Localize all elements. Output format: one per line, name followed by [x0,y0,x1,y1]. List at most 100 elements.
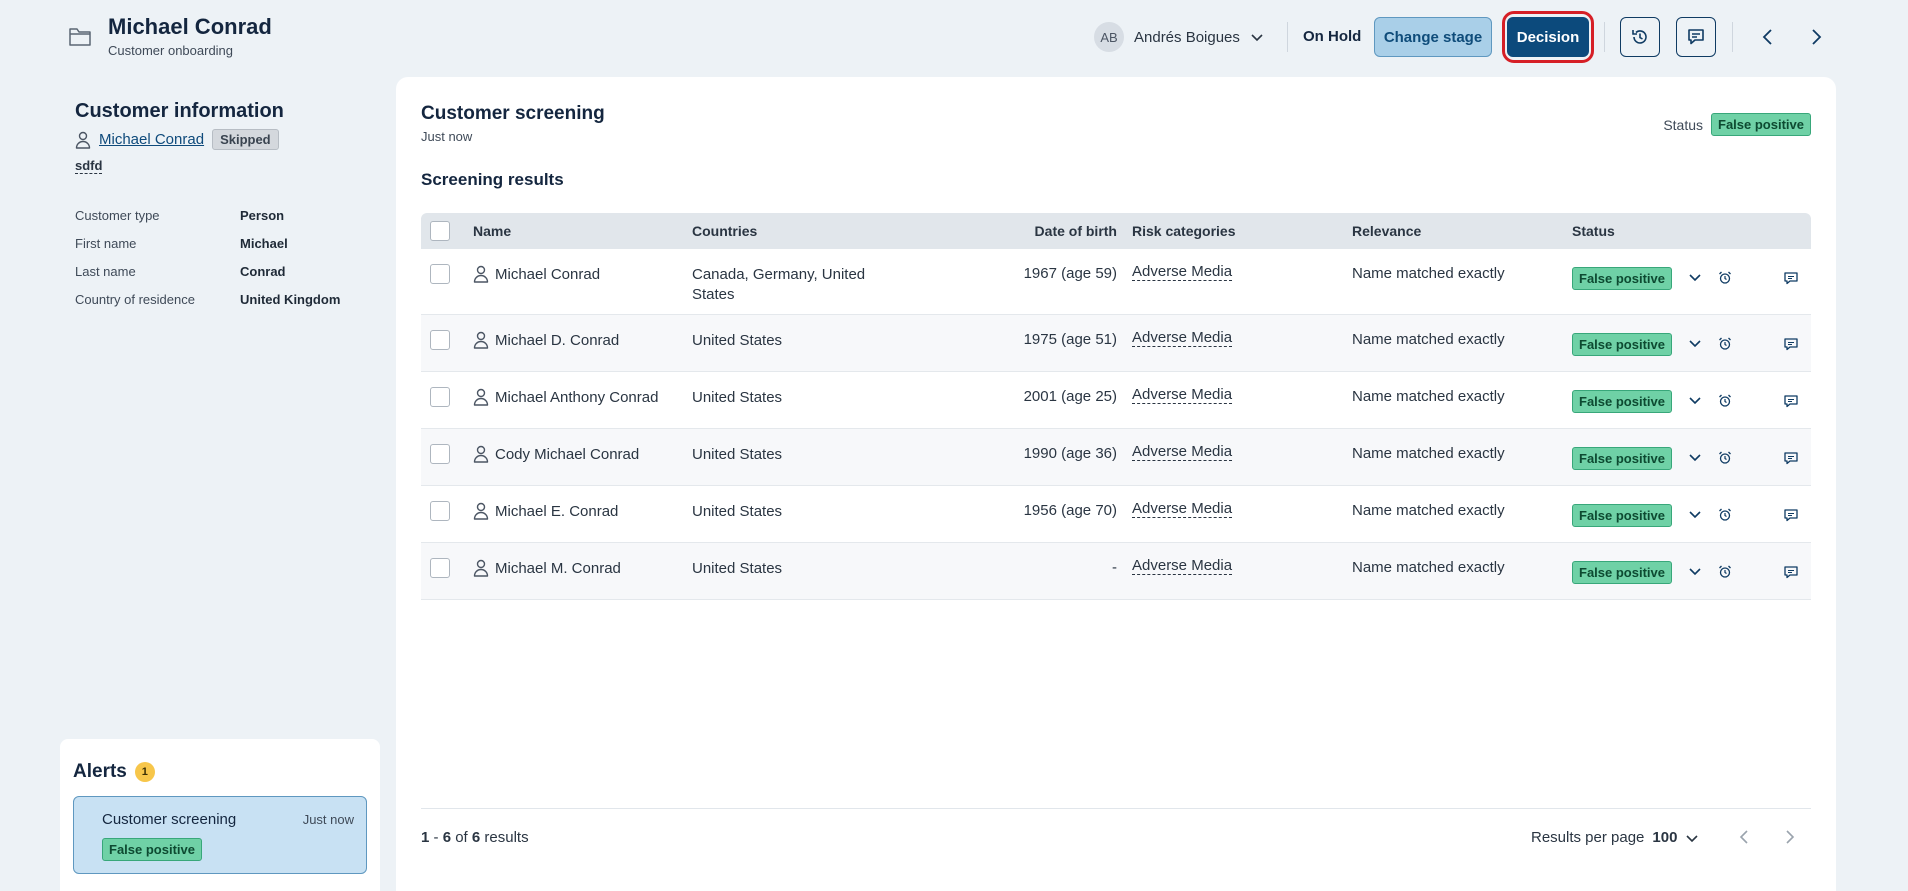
table-row[interactable]: Michael Conrad Canada, Germany, United St… [421,249,1811,315]
customer-info-panel: Customer information Michael Conrad Skip… [75,100,355,313]
per-page-select[interactable]: 100 [1652,829,1677,846]
row-checkbox[interactable] [430,264,450,284]
customer-name-link[interactable]: Michael Conrad [99,131,204,148]
results-per-page: Results per page 100 [1531,829,1699,846]
change-stage-button[interactable]: Change stage [1374,17,1492,57]
column-header-status[interactable]: Status [1572,223,1615,239]
customer-info-heading: Customer information [75,100,284,122]
risk-category[interactable]: Adverse Media [1132,329,1233,347]
screening-title: Customer screening [421,103,605,124]
next-page-button[interactable] [1779,826,1801,848]
name-cell[interactable]: Michael E. Conrad [473,502,618,520]
stage-status: On Hold [1303,28,1362,45]
row-comment-button[interactable] [1783,336,1799,352]
match-name: Cody Michael Conrad [495,445,640,463]
chevron-down-icon [1689,340,1701,348]
row-status-badge: False positive [1572,504,1672,527]
range-start: 1 [421,829,430,846]
risk-category[interactable]: Adverse Media [1132,263,1233,281]
alarm-button[interactable] [1717,564,1733,580]
previous-button[interactable] [1755,24,1781,50]
screening-status-badge: False positive [1711,113,1811,136]
alert-item[interactable]: Customer screening Just now False positi… [73,796,367,874]
row-comment-button[interactable] [1783,507,1799,523]
risk-category[interactable]: Adverse Media [1132,500,1233,518]
status-dropdown-button[interactable] [1688,336,1704,352]
person-icon [473,559,489,577]
comment-icon [1784,452,1798,465]
table-row[interactable]: Michael D. Conrad United States 1975 (age … [421,315,1811,372]
customer-tag[interactable]: sdfd [75,158,103,174]
chevron-right-icon [1786,830,1795,844]
column-header-risk[interactable]: Risk categories [1132,223,1236,239]
field-value: Conrad [240,263,286,279]
row-comment-button[interactable] [1783,270,1799,286]
dob-cell: 1975 (age 51) [1023,331,1117,348]
select-all-checkbox[interactable] [430,221,450,241]
row-comment-button[interactable] [1783,393,1799,409]
alarm-button[interactable] [1717,270,1733,286]
row-checkbox[interactable] [430,558,450,578]
row-comment-button[interactable] [1783,564,1799,580]
status-dropdown-button[interactable] [1688,450,1704,466]
total-count: 6 [471,829,481,846]
match-name: Michael Conrad [495,265,601,283]
status-dropdown-button[interactable] [1688,507,1704,523]
alarm-button[interactable] [1717,507,1733,523]
relevance-cell: Name matched exactly [1352,502,1505,519]
previous-page-button[interactable] [1733,826,1755,848]
folder-icon [69,28,91,46]
name-cell[interactable]: Michael D. Conrad [473,331,619,349]
column-header-relevance[interactable]: Relevance [1352,223,1421,239]
table-row[interactable]: Michael E. Conrad United States 1956 (age … [421,486,1811,543]
status-dropdown-button[interactable] [1688,270,1704,286]
field-value: Person [240,207,285,223]
status-dropdown-button[interactable] [1688,564,1704,580]
next-button[interactable] [1803,24,1829,50]
alarm-button[interactable] [1717,393,1733,409]
column-header-countries[interactable]: Countries [692,223,757,239]
divider [1287,22,1288,52]
name-cell[interactable]: Michael Conrad [473,265,600,283]
risk-category[interactable]: Adverse Media [1132,443,1233,461]
alarm-button[interactable] [1717,450,1733,466]
name-cell[interactable]: Michael M. Conrad [473,559,621,577]
countries-cell: United States [692,503,783,520]
history-button[interactable] [1620,17,1660,57]
column-header-dob[interactable]: Date of birth [1035,223,1117,239]
dob-cell: 1967 (age 59) [1023,265,1117,282]
alert-name: Customer screening [102,811,237,828]
alarm-button[interactable] [1717,336,1733,352]
person-icon [75,131,91,149]
status-dropdown-button[interactable] [1688,393,1704,409]
dob-cell: - [1112,559,1117,576]
countries-cell: United States [692,332,783,349]
row-comment-button[interactable] [1783,450,1799,466]
chevron-down-icon [1689,274,1701,282]
chevron-right-icon [1812,29,1822,45]
name-cell[interactable]: Michael Anthony Conrad [473,388,658,406]
history-icon [1632,30,1647,44]
alarm-icon [1719,271,1731,284]
table-row[interactable]: Michael Anthony Conrad United States 2001 … [421,372,1811,429]
row-checkbox[interactable] [430,330,450,350]
decision-button[interactable]: Decision [1507,17,1589,57]
field-value: United Kingdom [240,291,341,307]
alarm-icon [1719,394,1731,407]
comments-button[interactable] [1676,17,1716,57]
row-checkbox[interactable] [430,444,450,464]
column-header-name[interactable]: Name [473,223,511,239]
row-checkbox[interactable] [430,501,450,521]
name-cell[interactable]: Cody Michael Conrad [473,445,639,463]
table-row[interactable]: Michael M. Conrad United States - Adverse M… [421,543,1811,600]
table-row[interactable]: Cody Michael Conrad United States 1990 (ag… [421,429,1811,486]
assignee-dropdown[interactable]: AB Andrés Boigues [1094,22,1264,52]
chevron-down-icon[interactable] [1685,831,1699,845]
field-row: First name Michael [75,229,355,257]
row-checkbox[interactable] [430,387,450,407]
risk-category[interactable]: Adverse Media [1132,386,1233,404]
alerts-count-badge: 1 [134,762,155,782]
risk-category[interactable]: Adverse Media [1132,557,1233,575]
chevron-left-icon [1739,830,1748,844]
field-label: Country of residence [75,291,195,307]
